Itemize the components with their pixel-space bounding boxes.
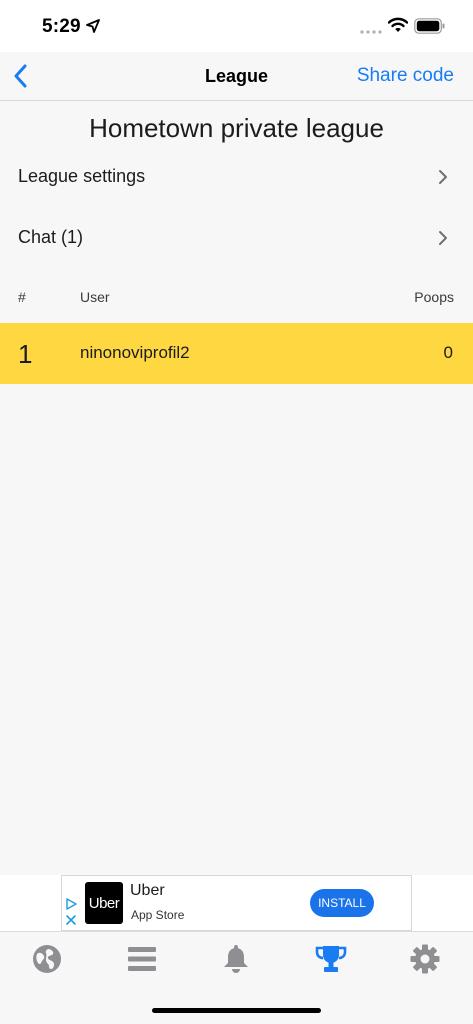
chevron-right-icon [439,231,447,245]
ad-container[interactable]: Uber Uber App Store INSTALL [61,875,412,931]
battery-icon [414,18,445,34]
globe-icon [33,945,61,973]
gear-icon [410,944,440,974]
leaderboard-header: # User Poops [0,286,473,308]
poops-column-header: Poops [414,289,454,305]
tab-world[interactable] [27,942,67,976]
wifi-icon [388,17,408,32]
tab-league[interactable] [311,942,351,976]
home-indicator [152,1008,321,1013]
ad-subtitle: App Store [131,908,185,922]
ad-choices-icon[interactable] [65,898,77,910]
league-settings-row[interactable]: League settings [0,150,473,206]
leaderboard-row[interactable]: 1 ninonoviprofil2 0 [0,323,473,384]
rank-column-header: # [18,289,26,305]
user-cell: ninonoviprofil2 [80,343,190,362]
uber-logo: Uber [85,882,123,924]
chat-row[interactable]: Chat (1) [0,211,473,267]
rank-cell: 1 [18,339,33,369]
chevron-right-icon [439,170,447,184]
tab-list[interactable] [122,942,162,976]
status-time: 5:29 [42,16,81,37]
ad-banner: Uber Uber App Store INSTALL [0,875,473,931]
share-code-button[interactable]: Share code [357,65,454,87]
chat-label: Chat (1) [18,227,84,247]
ad-install-button[interactable]: INSTALL [310,889,374,917]
league-screen: 5:29 League Share code Hometown private … [0,0,473,1024]
poops-cell: 0 [443,343,453,362]
location-arrow-icon [86,19,100,33]
league-settings-label: League settings [18,166,146,186]
user-column-header: User [80,289,110,305]
navigation-bar: League Share code [0,52,473,101]
league-name: Hometown private league [89,113,384,143]
status-bar: 5:29 [0,0,473,52]
ad-close-icon[interactable] [65,914,77,926]
signal-icon [360,30,382,34]
list-icon [128,947,156,971]
tab-notifications[interactable] [216,942,256,976]
bell-icon [224,945,248,973]
ad-title: Uber [130,882,165,899]
trophy-icon [315,946,347,972]
tab-settings[interactable] [405,942,445,976]
